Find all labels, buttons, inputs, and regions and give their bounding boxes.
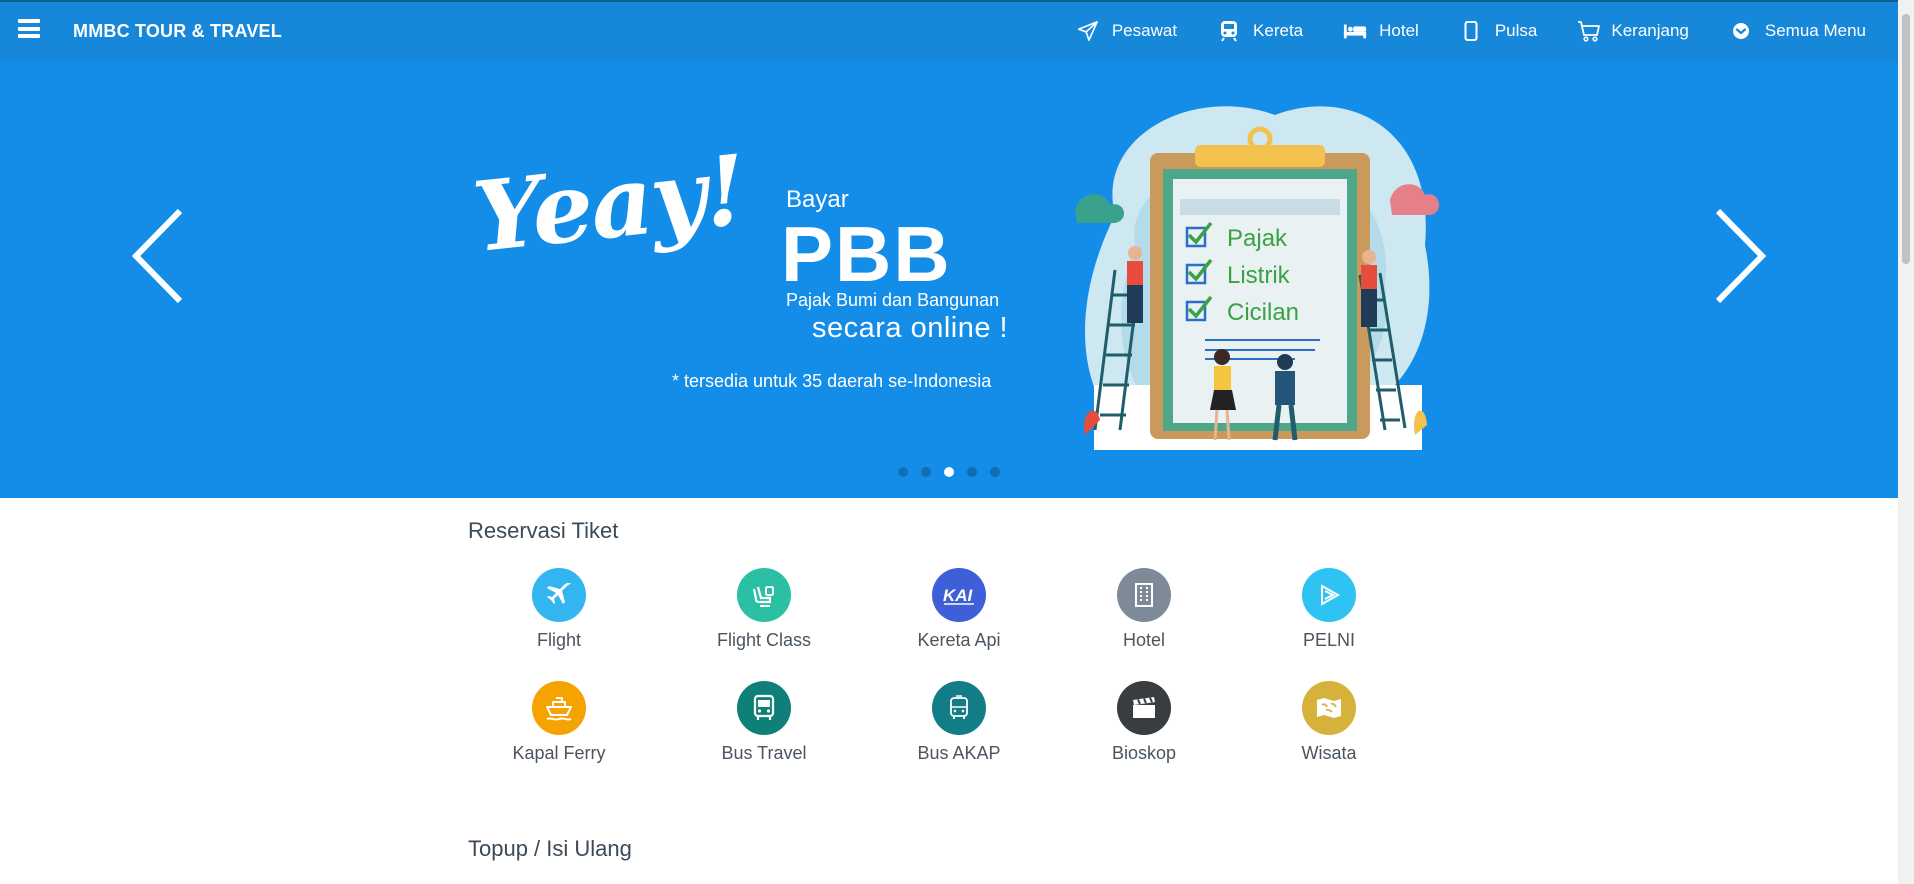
bus-outline-icon [932, 681, 986, 735]
nav-item-semua-menu[interactable]: Semua Menu [1729, 19, 1866, 43]
hero-headline: PBB [781, 210, 952, 298]
carousel-dot-active[interactable] [944, 467, 954, 477]
nav-label: Hotel [1379, 21, 1419, 40]
chevron-circle-down-icon [1729, 19, 1753, 43]
section-title-topup: Topup / Isi Ulang [468, 836, 632, 861]
brand-title[interactable]: MMBC TOUR & TRAVEL [73, 21, 282, 42]
carousel-dot[interactable] [990, 467, 1000, 477]
airplane-icon [532, 568, 586, 622]
service-label: Bioskop [1111, 743, 1177, 763]
building-icon [1117, 568, 1171, 622]
carousel-indicators [898, 467, 1000, 477]
mobile-icon [1459, 19, 1483, 43]
hero-note: * tersedia untuk 35 daerah se-Indonesia [672, 371, 992, 391]
service-label: Wisata [1301, 743, 1357, 763]
service-label: Bus AKAP [917, 743, 1001, 763]
cart-icon [1577, 19, 1601, 43]
carousel-dot[interactable] [967, 467, 977, 477]
service-label: PELNI [1302, 630, 1356, 650]
hero-yeay-text: Yeay! [468, 133, 750, 274]
service-label: Kapal Ferry [512, 743, 606, 763]
nav-item-kereta[interactable]: Kereta [1217, 19, 1303, 43]
carousel-next-arrow-icon[interactable] [1710, 206, 1770, 306]
nav-label: Keranjang [1611, 21, 1689, 40]
hero-subline: Pajak Bumi dan Bangunan [786, 290, 1000, 310]
nav-label: Pesawat [1111, 21, 1178, 40]
service-tile-bioskop[interactable]: Bioskop [1054, 681, 1234, 764]
service-tile-bus-akap[interactable]: Bus AKAP [869, 681, 1049, 764]
carousel-prev-arrow-icon[interactable] [128, 206, 188, 306]
seat-icon [737, 568, 791, 622]
hero-carousel: Yeay! Bayar PBB Pajak Bumi dan Bangunan … [0, 61, 1898, 498]
service-label: Kereta Api [917, 630, 1001, 650]
map-icon [1302, 681, 1356, 735]
nav-label: Kereta [1253, 21, 1304, 40]
service-label: Hotel [1122, 630, 1166, 650]
nav-item-keranjang[interactable]: Keranjang [1577, 19, 1689, 43]
checklist-item: Listrik [1227, 262, 1291, 289]
nav-item-pulsa[interactable]: Pulsa [1459, 19, 1538, 43]
hamburger-menu-icon[interactable] [18, 19, 40, 38]
carousel-dot[interactable] [921, 467, 931, 477]
kai-logo-icon: KAI [932, 568, 986, 622]
checklist-item: Pajak [1227, 225, 1288, 252]
clipboard-illustration: Pajak Listrik Cicilan [1055, 95, 1455, 490]
nav-item-pesawat[interactable]: Pesawat [1076, 19, 1177, 43]
nav-label: Semua Menu [1764, 21, 1866, 40]
pelni-logo-icon [1302, 568, 1356, 622]
clapperboard-icon [1117, 681, 1171, 735]
carousel-dot[interactable] [898, 467, 908, 477]
service-tile-kapal-ferry[interactable]: Kapal Ferry [469, 681, 649, 764]
service-label: Bus Travel [721, 743, 807, 763]
checklist-item: Cicilan [1227, 299, 1299, 326]
service-tile-flight-class[interactable]: Flight Class [674, 568, 854, 651]
section-title-reservasi: Reservasi Tiket [468, 518, 619, 543]
vertical-scrollbar[interactable] [1898, 0, 1914, 884]
service-tile-kereta-api[interactable]: KAI Kereta Api [869, 568, 1049, 651]
paper-plane-icon [1076, 19, 1100, 43]
nav-item-hotel[interactable]: Hotel [1343, 19, 1419, 43]
service-tile-bus-travel[interactable]: Bus Travel [674, 681, 854, 764]
ship-icon [532, 681, 586, 735]
service-label: Flight Class [716, 630, 812, 650]
scrollbar-thumb[interactable] [1902, 14, 1910, 264]
top-navbar: MMBC TOUR & TRAVEL Pesawat Kereta Hotel [0, 0, 1898, 61]
nav-menu: Pesawat Kereta Hotel Pulsa Keranjang Sem… [1036, 19, 1866, 43]
bed-icon [1343, 19, 1367, 43]
bus-icon [737, 681, 791, 735]
train-icon [1217, 19, 1241, 43]
hero-online-text: secara online ! [812, 312, 1009, 344]
service-tile-pelni[interactable]: PELNI [1239, 568, 1419, 651]
service-tile-flight[interactable]: Flight [469, 568, 649, 651]
service-label: Flight [536, 630, 581, 650]
service-tile-wisata[interactable]: Wisata [1239, 681, 1419, 764]
svg-text:KAI: KAI [943, 586, 974, 605]
service-tile-hotel[interactable]: Hotel [1054, 568, 1234, 651]
page: MMBC TOUR & TRAVEL Pesawat Kereta Hotel [0, 0, 1914, 884]
nav-label: Pulsa [1494, 21, 1538, 40]
